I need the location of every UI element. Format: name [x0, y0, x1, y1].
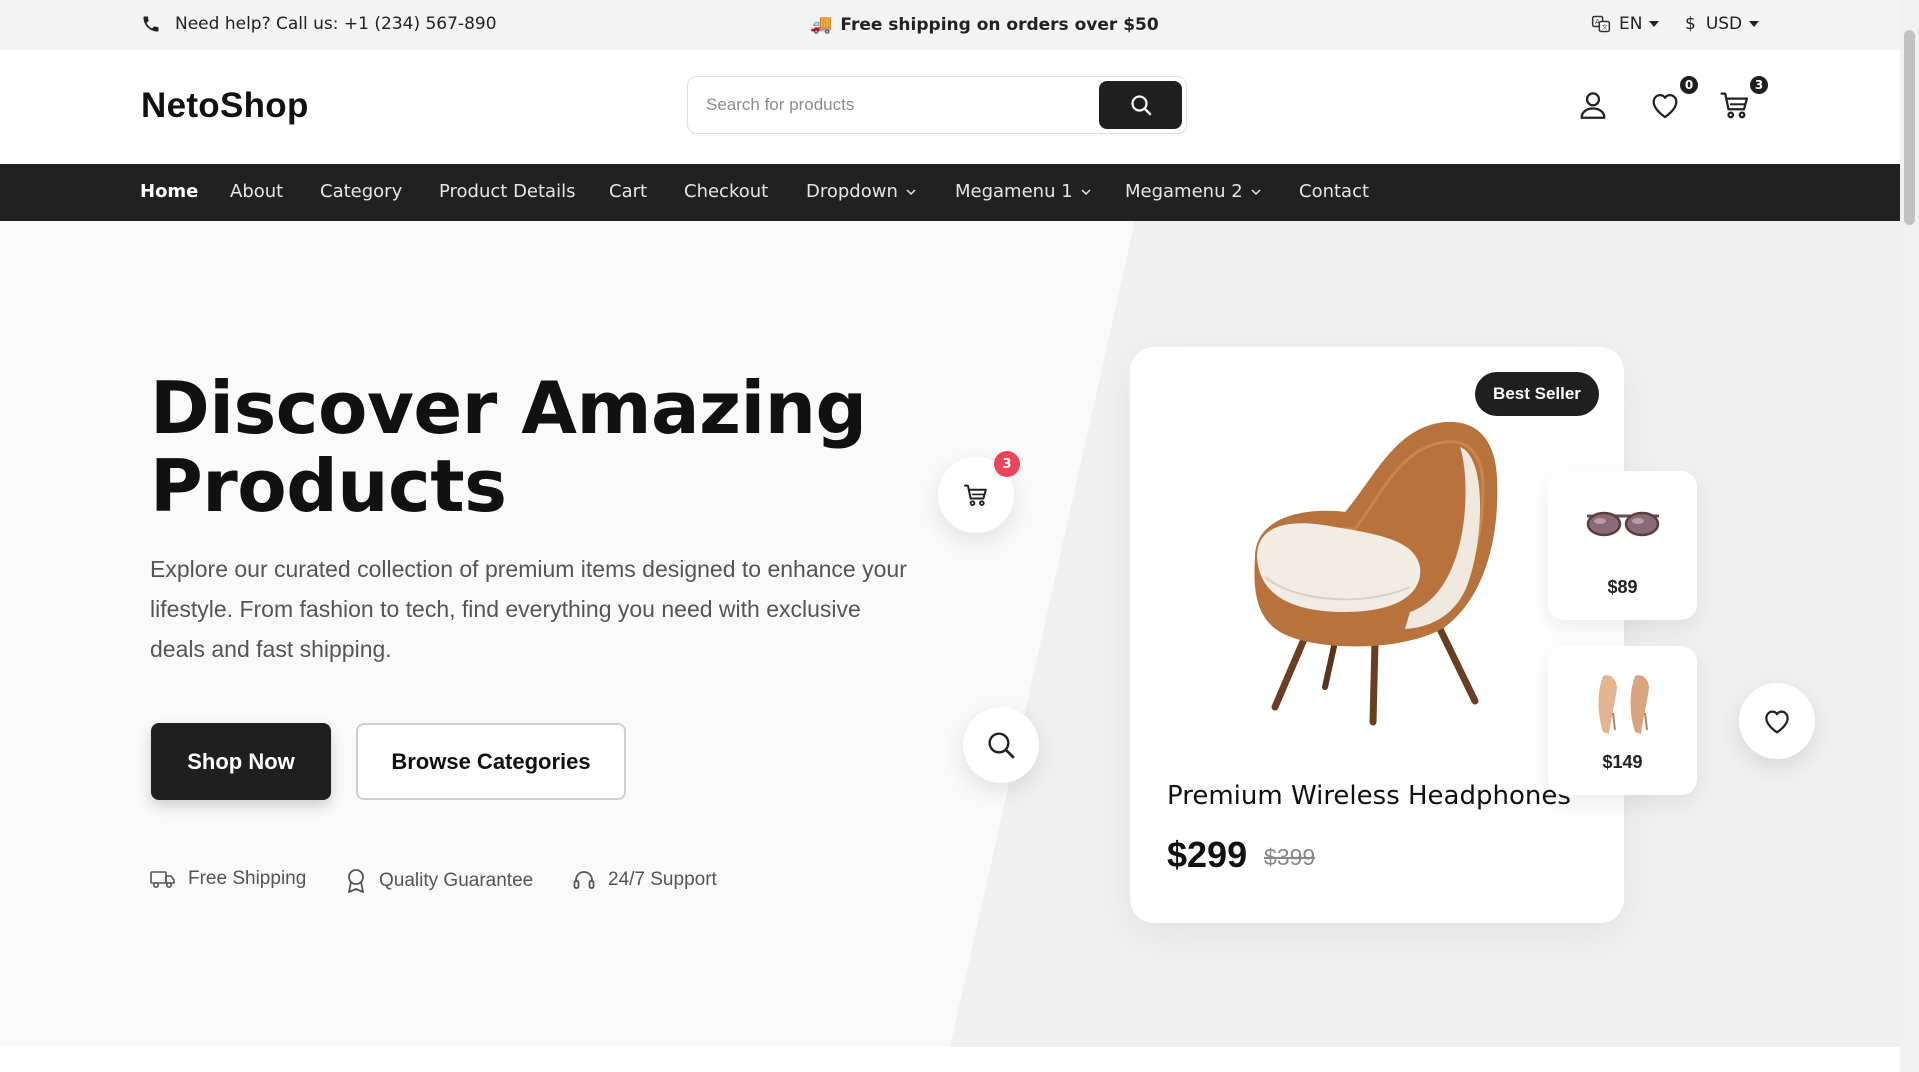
- hero-section: Discover Amazing Products Explore our cu…: [0, 221, 1900, 1047]
- page-scrollbar[interactable]: [1900, 0, 1919, 1072]
- heels-icon: [1598, 675, 1649, 734]
- feature-free-shipping: Free Shipping: [150, 868, 306, 890]
- heart-icon: [1765, 710, 1789, 734]
- nav-item-home[interactable]: Home: [140, 181, 198, 202]
- nav-item-dropdown[interactable]: Dropdown: [806, 181, 917, 202]
- nav-item-megamenu-1[interactable]: Megamenu 1: [955, 181, 1092, 202]
- chevron-down-icon: [906, 188, 916, 195]
- nav-item-category[interactable]: Category: [320, 181, 402, 202]
- feature-quality-guarantee: Quality Guarantee: [345, 868, 533, 894]
- headset-icon: [573, 871, 595, 889]
- translate-icon: A文: [1591, 15, 1611, 33]
- nav-item-about[interactable]: About: [230, 181, 283, 202]
- mini-product-card[interactable]: $149: [1548, 646, 1697, 795]
- hero-description: Explore our curated collection of premiu…: [150, 556, 907, 662]
- help-text: Need help? Call us: +1 (234) 567-890: [175, 14, 497, 34]
- sunglasses-icon: [1586, 511, 1660, 537]
- feature-support: 24/7 Support: [572, 868, 717, 892]
- svg-text:A: A: [1595, 18, 1600, 26]
- nav-label: Home: [140, 181, 199, 202]
- search-bar: [687, 76, 1187, 134]
- truck-icon: [150, 871, 175, 889]
- nav-label: About: [230, 181, 284, 202]
- product-old-price: $399: [1264, 844, 1316, 870]
- wishlist-count-badge: 0: [1678, 74, 1700, 96]
- account-button[interactable]: [1576, 88, 1610, 122]
- chevron-down-icon: [1081, 188, 1091, 195]
- award-icon: [348, 869, 364, 893]
- heart-icon: [1652, 93, 1678, 119]
- shop-now-button[interactable]: Shop Now: [151, 723, 331, 800]
- scrollbar-thumb[interactable]: [1904, 30, 1915, 225]
- currency-label: USD: [1705, 14, 1743, 34]
- svg-text:文: 文: [1602, 23, 1608, 31]
- search-input[interactable]: [706, 91, 1066, 119]
- user-icon: [1580, 92, 1606, 119]
- nav-label: Dropdown: [806, 181, 898, 202]
- language-label: EN: [1619, 14, 1643, 34]
- nav-label: Category: [320, 181, 403, 202]
- floating-cart-button[interactable]: 3: [938, 451, 1020, 533]
- top-bar: Need help? Call us: +1 (234) 567-890 🚚 F…: [0, 0, 1900, 50]
- nav-label: Megamenu 1: [955, 181, 1073, 202]
- mini-product-card[interactable]: $89: [1548, 471, 1697, 620]
- language-selector[interactable]: A文 EN: [1591, 14, 1660, 34]
- search-button[interactable]: [1099, 81, 1182, 129]
- site-logo[interactable]: NetoShop: [141, 86, 309, 126]
- nav-label: Megamenu 2: [1125, 181, 1243, 202]
- nav-label: Checkout: [684, 181, 769, 202]
- page-bottom-area: [0, 1047, 1900, 1072]
- armchair-image: [1254, 421, 1498, 726]
- help-line: Need help? Call us: +1 (234) 567-890: [141, 14, 497, 34]
- hero-title-line-2: Products: [150, 444, 507, 528]
- featured-product-card[interactable]: Best Seller Premium Wireless Headphones …: [1130, 347, 1624, 923]
- caret-down-icon: [1649, 21, 1660, 27]
- product-price: $299: [1167, 834, 1248, 875]
- nav-item-contact[interactable]: Contact: [1299, 181, 1369, 202]
- currency-symbol: $: [1685, 14, 1696, 34]
- product-name: Premium Wireless Headphones: [1167, 781, 1571, 811]
- nav-item-checkout[interactable]: Checkout: [684, 181, 768, 202]
- main-nav: Home About Category Product Details Cart…: [0, 164, 1900, 221]
- feature-label: 24/7 Support: [608, 869, 717, 890]
- mini-product-price: $89: [1607, 577, 1638, 597]
- shipping-promo: 🚚 Free shipping on orders over $50: [810, 14, 1159, 35]
- chevron-down-icon: [1251, 188, 1261, 195]
- mini-product-price: $149: [1602, 752, 1643, 772]
- truck-icon: 🚚: [810, 14, 833, 35]
- nav-item-product-details[interactable]: Product Details: [439, 181, 575, 202]
- floating-search-button[interactable]: [963, 707, 1039, 783]
- cart-icon: [1720, 92, 1749, 119]
- promo-text: Free shipping on orders over $50: [840, 14, 1159, 35]
- cart-count-badge: 3: [1748, 74, 1770, 96]
- nav-item-megamenu-2[interactable]: Megamenu 2: [1125, 181, 1262, 202]
- cart-button[interactable]: 3: [1718, 74, 1770, 122]
- search-icon: [988, 732, 1015, 759]
- nav-label: Product Details: [439, 181, 576, 202]
- nav-label: Contact: [1299, 181, 1370, 202]
- search-icon: [1130, 95, 1151, 116]
- nav-item-cart[interactable]: Cart: [609, 181, 647, 202]
- phone-icon: [143, 16, 159, 32]
- currency-selector[interactable]: $ USD: [1685, 14, 1760, 34]
- hero-title: Discover Amazing Products: [150, 369, 910, 525]
- feature-label: Quality Guarantee: [379, 870, 534, 891]
- caret-down-icon: [1749, 21, 1760, 27]
- floating-cart-count-badge: 3: [994, 451, 1020, 477]
- wishlist-button[interactable]: 0: [1648, 74, 1700, 122]
- hero-title-line-1: Discover Amazing: [150, 366, 867, 450]
- cart-icon: [963, 484, 987, 506]
- best-seller-badge: Best Seller: [1475, 372, 1599, 416]
- floating-wishlist-button[interactable]: [1739, 683, 1815, 759]
- nav-label: Cart: [609, 181, 648, 202]
- site-header: NetoShop 0 3: [0, 50, 1900, 164]
- browse-categories-button[interactable]: Browse Categories: [356, 723, 626, 800]
- feature-label: Free Shipping: [188, 868, 307, 889]
